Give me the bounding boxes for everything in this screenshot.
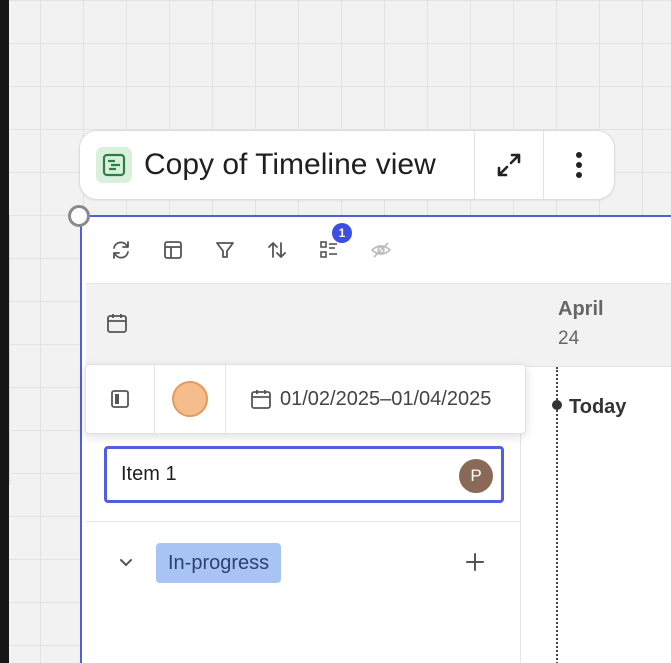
refresh-icon[interactable] — [106, 235, 136, 265]
date-range-text: 01/02/2025–01/04/2025 — [280, 387, 492, 410]
view-title: Copy of Timeline view — [144, 148, 436, 181]
today-label: Today — [569, 396, 627, 418]
calendar-icon[interactable] — [106, 312, 128, 339]
plus-icon — [466, 553, 484, 571]
expand-button[interactable] — [475, 131, 545, 199]
expand-icon — [497, 153, 521, 177]
status-tag[interactable]: In-progress — [156, 543, 282, 583]
calendar-icon — [251, 390, 271, 409]
layout-icon[interactable] — [158, 235, 188, 265]
more-options-button[interactable] — [544, 131, 614, 199]
chevron-down-icon[interactable] — [117, 554, 135, 577]
add-item-button[interactable] — [463, 550, 487, 574]
avatar[interactable]: P — [459, 459, 493, 493]
date-range-button[interactable]: 01/02/2025–01/04/2025 — [226, 365, 525, 433]
month-label: April — [558, 298, 604, 320]
hide-icon[interactable] — [366, 235, 396, 265]
item-name: Item 1 — [121, 463, 177, 485]
canvas-divider — [9, 215, 10, 485]
group-count-badge: 1 — [332, 223, 352, 243]
item-name-input[interactable]: Item 1 P — [104, 446, 504, 503]
today-line — [556, 367, 558, 663]
open-panel-button[interactable] — [86, 365, 155, 433]
view-toolbar: 1 — [82, 217, 671, 283]
color-picker-button[interactable] — [155, 365, 226, 433]
title-pill: Copy of Timeline view — [79, 130, 615, 200]
color-swatch — [172, 381, 208, 417]
resize-handle[interactable] — [68, 205, 90, 227]
timeline-frame: 1 April 24 Today — [80, 215, 671, 663]
side-panel-icon — [111, 390, 129, 408]
today-marker — [552, 400, 562, 410]
group-row: In-progress — [86, 540, 521, 586]
row-divider — [86, 521, 521, 522]
timeline-header: April 24 — [86, 283, 671, 367]
canvas-left-edge — [0, 0, 9, 663]
group-icon[interactable]: 1 — [314, 223, 352, 265]
filter-icon[interactable] — [210, 235, 240, 265]
sort-icon[interactable] — [262, 235, 292, 265]
title-area[interactable]: Copy of Timeline view — [80, 131, 475, 199]
timeline-doc-icon — [96, 147, 132, 183]
day-label: 24 — [558, 328, 580, 349]
item-toolbar: 01/02/2025–01/04/2025 — [85, 364, 526, 434]
more-vertical-icon — [576, 152, 583, 178]
